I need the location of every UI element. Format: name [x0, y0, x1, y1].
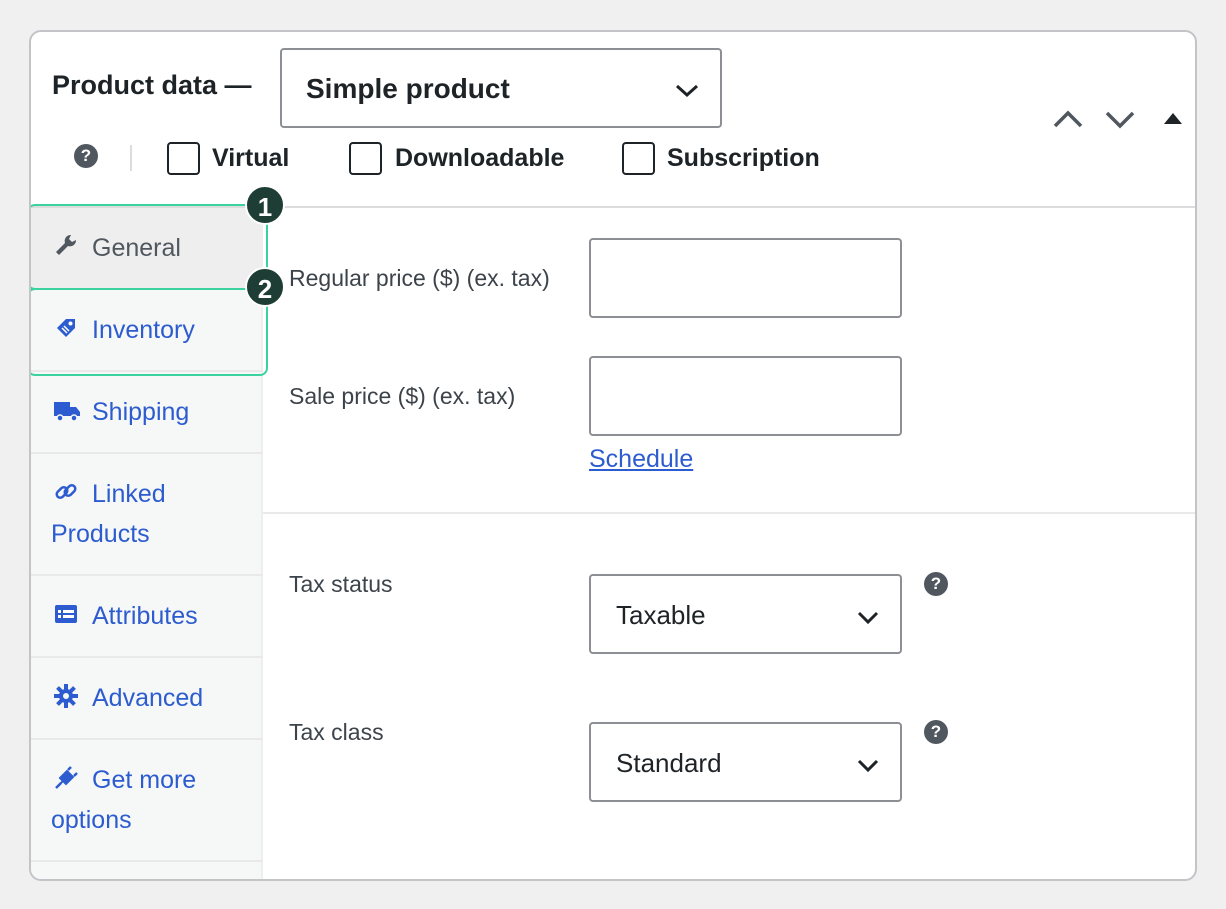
gear-icon: [54, 684, 78, 708]
tab-linked-products[interactable]: Linked Products: [31, 454, 263, 576]
product-data-panel: Product data — Simple product ? Virtual …: [29, 30, 1197, 881]
tab-get-more-label: Get more: [92, 766, 197, 794]
toggle-panel-button[interactable]: [1163, 110, 1183, 136]
chevron-down-icon: [857, 759, 879, 773]
regular-price-label: Regular price ($) (ex. tax): [289, 265, 550, 291]
truck-icon: [54, 402, 80, 422]
subscription-checkbox[interactable]: [622, 142, 655, 175]
panel-title: Product data —: [52, 70, 252, 100]
tax-class-value: Standard: [616, 748, 722, 778]
sale-price-label: Sale price ($) (ex. tax): [289, 383, 516, 409]
tab-shipping-label: Shipping: [92, 398, 190, 426]
tab-advanced-label: Advanced: [92, 684, 204, 712]
section-divider: [263, 512, 1195, 514]
tab-linked-label: Linked: [92, 480, 166, 508]
chevron-down-icon: [675, 84, 699, 98]
tax-status-value: Taxable: [616, 600, 706, 630]
help-icon[interactable]: ?: [74, 144, 98, 168]
product-type-value: Simple product: [306, 73, 510, 104]
tax-status-help-icon[interactable]: ?: [924, 572, 948, 596]
link-icon: [55, 483, 77, 500]
schedule-link[interactable]: Schedule: [589, 445, 693, 474]
header-separator: [130, 145, 132, 171]
virtual-checkbox[interactable]: [167, 142, 200, 175]
chevron-down-icon: [857, 611, 879, 625]
step-badge-2: 2: [245, 267, 285, 307]
regular-price-input[interactable]: [589, 238, 902, 318]
product-type-select[interactable]: Simple product: [280, 48, 722, 128]
chevron-up-icon: [1053, 110, 1083, 128]
move-down-button[interactable]: [1104, 106, 1136, 132]
tax-class-select[interactable]: Standard: [589, 722, 902, 802]
tab-attributes[interactable]: Attributes: [31, 576, 263, 658]
tab-shipping[interactable]: Shipping: [31, 372, 263, 454]
triangle-up-icon: [1164, 113, 1182, 124]
highlight-inventory: [31, 288, 268, 376]
chevron-down-icon: [1105, 111, 1135, 129]
downloadable-label: Downloadable: [395, 144, 565, 172]
tab-advanced[interactable]: Advanced: [31, 658, 263, 740]
sale-price-input[interactable]: [589, 356, 902, 436]
tab-get-more-label-line2: options: [51, 806, 132, 834]
tax-status-select[interactable]: Taxable: [589, 574, 902, 654]
downloadable-checkbox[interactable]: [349, 142, 382, 175]
tax-class-help-icon[interactable]: ?: [924, 720, 948, 744]
step-badge-1: 1: [245, 185, 285, 225]
tax-status-label: Tax status: [289, 571, 393, 597]
tab-linked-label-line2: Products: [51, 520, 150, 548]
subscription-label: Subscription: [667, 144, 820, 172]
plug-icon: [55, 766, 78, 789]
virtual-label: Virtual: [212, 144, 290, 172]
highlight-general: [31, 204, 268, 290]
tab-get-more-options[interactable]: Get more options: [31, 740, 263, 862]
tab-attributes-label: Attributes: [92, 602, 198, 630]
list-icon: [55, 605, 77, 623]
tax-class-label: Tax class: [289, 719, 384, 745]
move-up-button[interactable]: [1052, 106, 1084, 132]
